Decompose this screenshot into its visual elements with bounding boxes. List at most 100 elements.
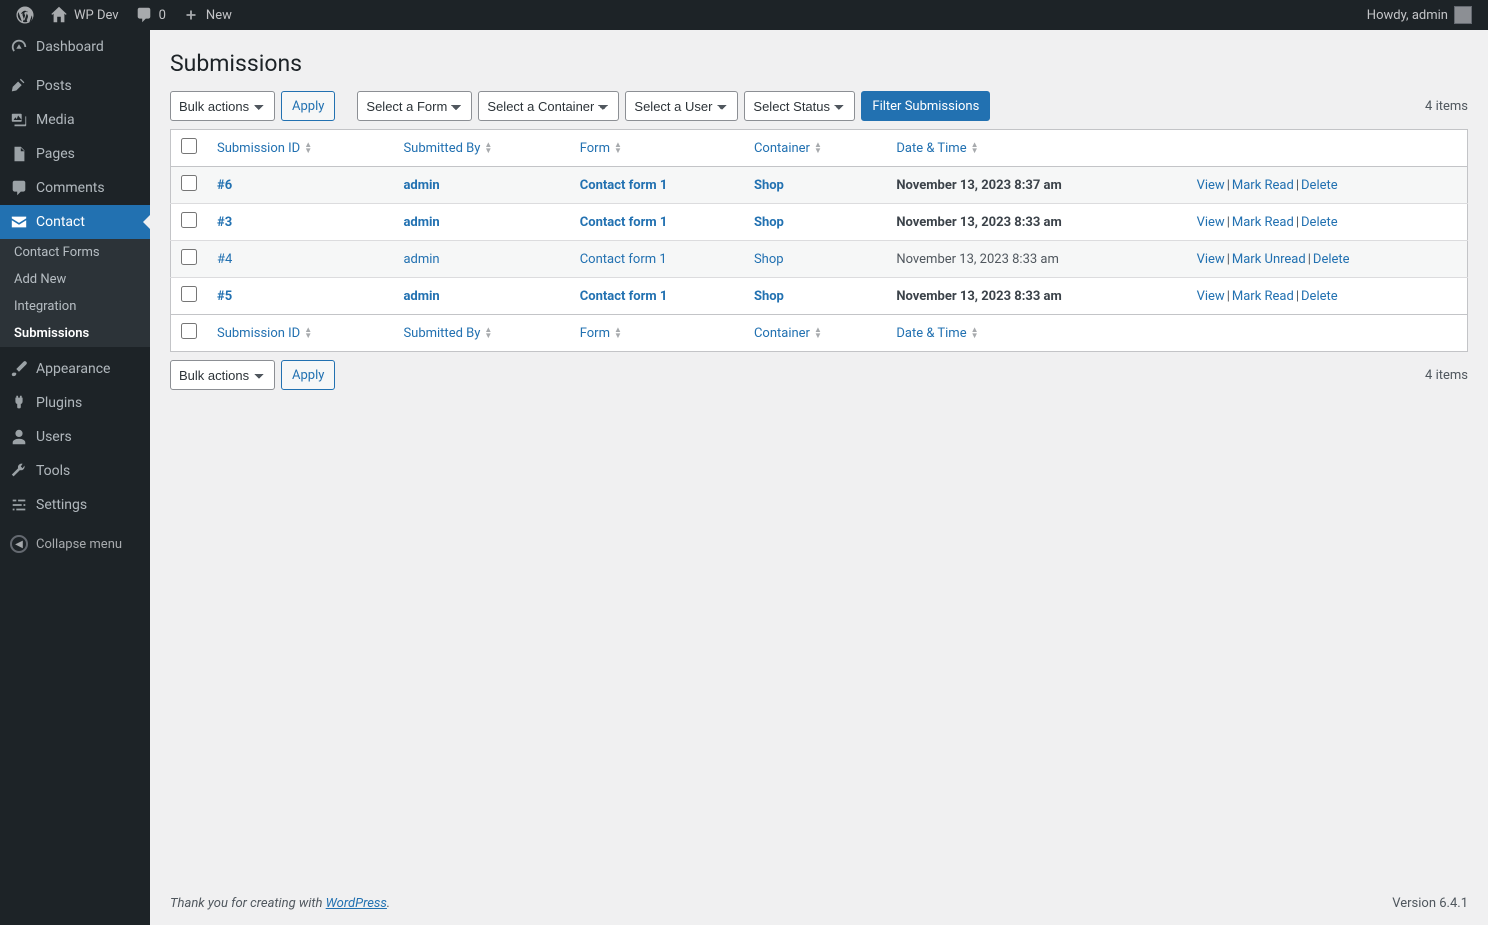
table-row: #4adminContact form 1ShopNovember 13, 20… [171,241,1468,278]
delete-link[interactable]: Delete [1301,178,1338,193]
footer-version: Version 6.4.1 [1392,896,1468,911]
submitted-by-link[interactable]: admin [403,289,439,304]
sidebar-item-settings[interactable]: Settings [0,488,150,522]
submenu-submissions[interactable]: Submissions [0,320,150,347]
page-title: Submissions [170,50,1468,77]
submission-id-link[interactable]: #5 [217,289,232,304]
collapse-menu[interactable]: ◀ Collapse menu [0,527,150,561]
wp-logo[interactable] [8,0,42,30]
filter-user-select[interactable]: Select a User [625,91,738,121]
submissions-table: Submission ID▲▼ Submitted By▲▼ Form▲▼ Co… [170,129,1468,352]
mark-link[interactable]: Mark Read [1232,289,1294,304]
sidebar-item-tools[interactable]: Tools [0,454,150,488]
my-account[interactable]: Howdy, admin [1359,0,1480,30]
site-name[interactable]: WP Dev [42,0,127,30]
row-checkbox[interactable] [181,286,197,302]
table-row: #5adminContact form 1ShopNovember 13, 20… [171,278,1468,315]
form-link[interactable]: Contact form 1 [580,289,668,304]
row-actions: View|Mark Read|Delete [1187,167,1468,204]
row-actions: View|Mark Unread|Delete [1187,241,1468,278]
plus-icon [182,6,200,24]
new-content[interactable]: New [174,0,240,30]
col-header-container[interactable]: Container▲▼ [744,130,886,167]
row-checkbox[interactable] [181,249,197,265]
filter-form-select[interactable]: Select a Form [357,91,472,121]
filter-submissions-button[interactable]: Filter Submissions [861,91,990,121]
submitted-by-link[interactable]: admin [403,215,439,230]
row-checkbox[interactable] [181,175,197,191]
delete-link[interactable]: Delete [1301,289,1338,304]
submitted-by-link[interactable]: admin [403,252,439,267]
submitted-by-link[interactable]: admin [403,178,439,193]
col-footer-date[interactable]: Date & Time▲▼ [886,315,1186,352]
form-link[interactable]: Contact form 1 [580,178,668,193]
sidebar-item-dashboard[interactable]: Dashboard [0,30,150,64]
view-link[interactable]: View [1197,215,1225,230]
submenu-add-new[interactable]: Add New [0,266,150,293]
view-link[interactable]: View [1197,178,1225,193]
mark-link[interactable]: Mark Unread [1232,252,1306,267]
container-link[interactable]: Shop [754,215,784,230]
col-header-by[interactable]: Submitted By▲▼ [393,130,569,167]
row-actions: View|Mark Read|Delete [1187,204,1468,241]
admin-toolbar: WP Dev 0 New Howdy, admin [0,0,1488,30]
submission-id-link[interactable]: #6 [217,178,232,193]
sort-icon: ▲▼ [484,327,492,339]
select-all-top[interactable] [181,138,197,154]
container-link[interactable]: Shop [754,289,784,304]
footer: Thank you for creating with WordPress. V… [150,882,1488,925]
col-footer-by[interactable]: Submitted By▲▼ [393,315,569,352]
view-link[interactable]: View [1197,289,1225,304]
pages-icon [10,145,28,163]
form-link[interactable]: Contact form 1 [580,215,668,230]
col-header-id[interactable]: Submission ID▲▼ [207,130,393,167]
wordpress-link[interactable]: WordPress [326,896,387,911]
delete-link[interactable]: Delete [1313,252,1350,267]
submenu-integration[interactable]: Integration [0,293,150,320]
sort-icon: ▲▼ [814,142,822,154]
bulk-actions-select[interactable]: Bulk actions [170,91,275,121]
comments-icon [10,179,28,197]
form-link[interactable]: Contact form 1 [580,252,667,267]
submission-id-link[interactable]: #3 [217,215,232,230]
table-row: #6adminContact form 1ShopNovember 13, 20… [171,167,1468,204]
filter-container-select[interactable]: Select a Container [478,91,619,121]
row-checkbox[interactable] [181,212,197,228]
sidebar-item-label: Posts [36,78,72,94]
admin-sidebar: Dashboard Posts Media Pages Comments Con… [0,30,150,925]
col-header-date[interactable]: Date & Time▲▼ [886,130,1186,167]
view-link[interactable]: View [1197,252,1225,267]
sidebar-item-label: Media [36,112,75,128]
container-link[interactable]: Shop [754,252,784,267]
sidebar-item-pages[interactable]: Pages [0,137,150,171]
submission-id-link[interactable]: #4 [217,252,232,267]
user-icon [10,428,28,446]
mark-link[interactable]: Mark Read [1232,178,1294,193]
apply-button-bottom[interactable]: Apply [281,360,335,390]
col-footer-container[interactable]: Container▲▼ [744,315,886,352]
container-link[interactable]: Shop [754,178,784,193]
comments-link[interactable]: 0 [127,0,174,30]
delete-link[interactable]: Delete [1301,215,1338,230]
col-header-form[interactable]: Form▲▼ [570,130,744,167]
col-footer-id[interactable]: Submission ID▲▼ [207,315,393,352]
sidebar-item-users[interactable]: Users [0,420,150,454]
col-footer-form[interactable]: Form▲▼ [570,315,744,352]
sidebar-item-media[interactable]: Media [0,103,150,137]
mark-link[interactable]: Mark Read [1232,215,1294,230]
filter-status-select[interactable]: Select Status [744,91,855,121]
sort-icon: ▲▼ [614,142,622,154]
sidebar-item-contact[interactable]: Contact [0,205,150,239]
sidebar-item-posts[interactable]: Posts [0,69,150,103]
select-all-bottom[interactable] [181,323,197,339]
sidebar-item-label: Tools [36,463,70,479]
submenu-contact-forms[interactable]: Contact Forms [0,239,150,266]
sidebar-item-comments[interactable]: Comments [0,171,150,205]
bulk-actions-select-bottom[interactable]: Bulk actions [170,360,275,390]
apply-button-top[interactable]: Apply [281,91,335,121]
wordpress-icon [16,6,34,24]
sidebar-item-plugins[interactable]: Plugins [0,386,150,420]
sidebar-item-appearance[interactable]: Appearance [0,352,150,386]
sort-icon: ▲▼ [484,142,492,154]
howdy-text: Howdy, admin [1367,8,1448,23]
